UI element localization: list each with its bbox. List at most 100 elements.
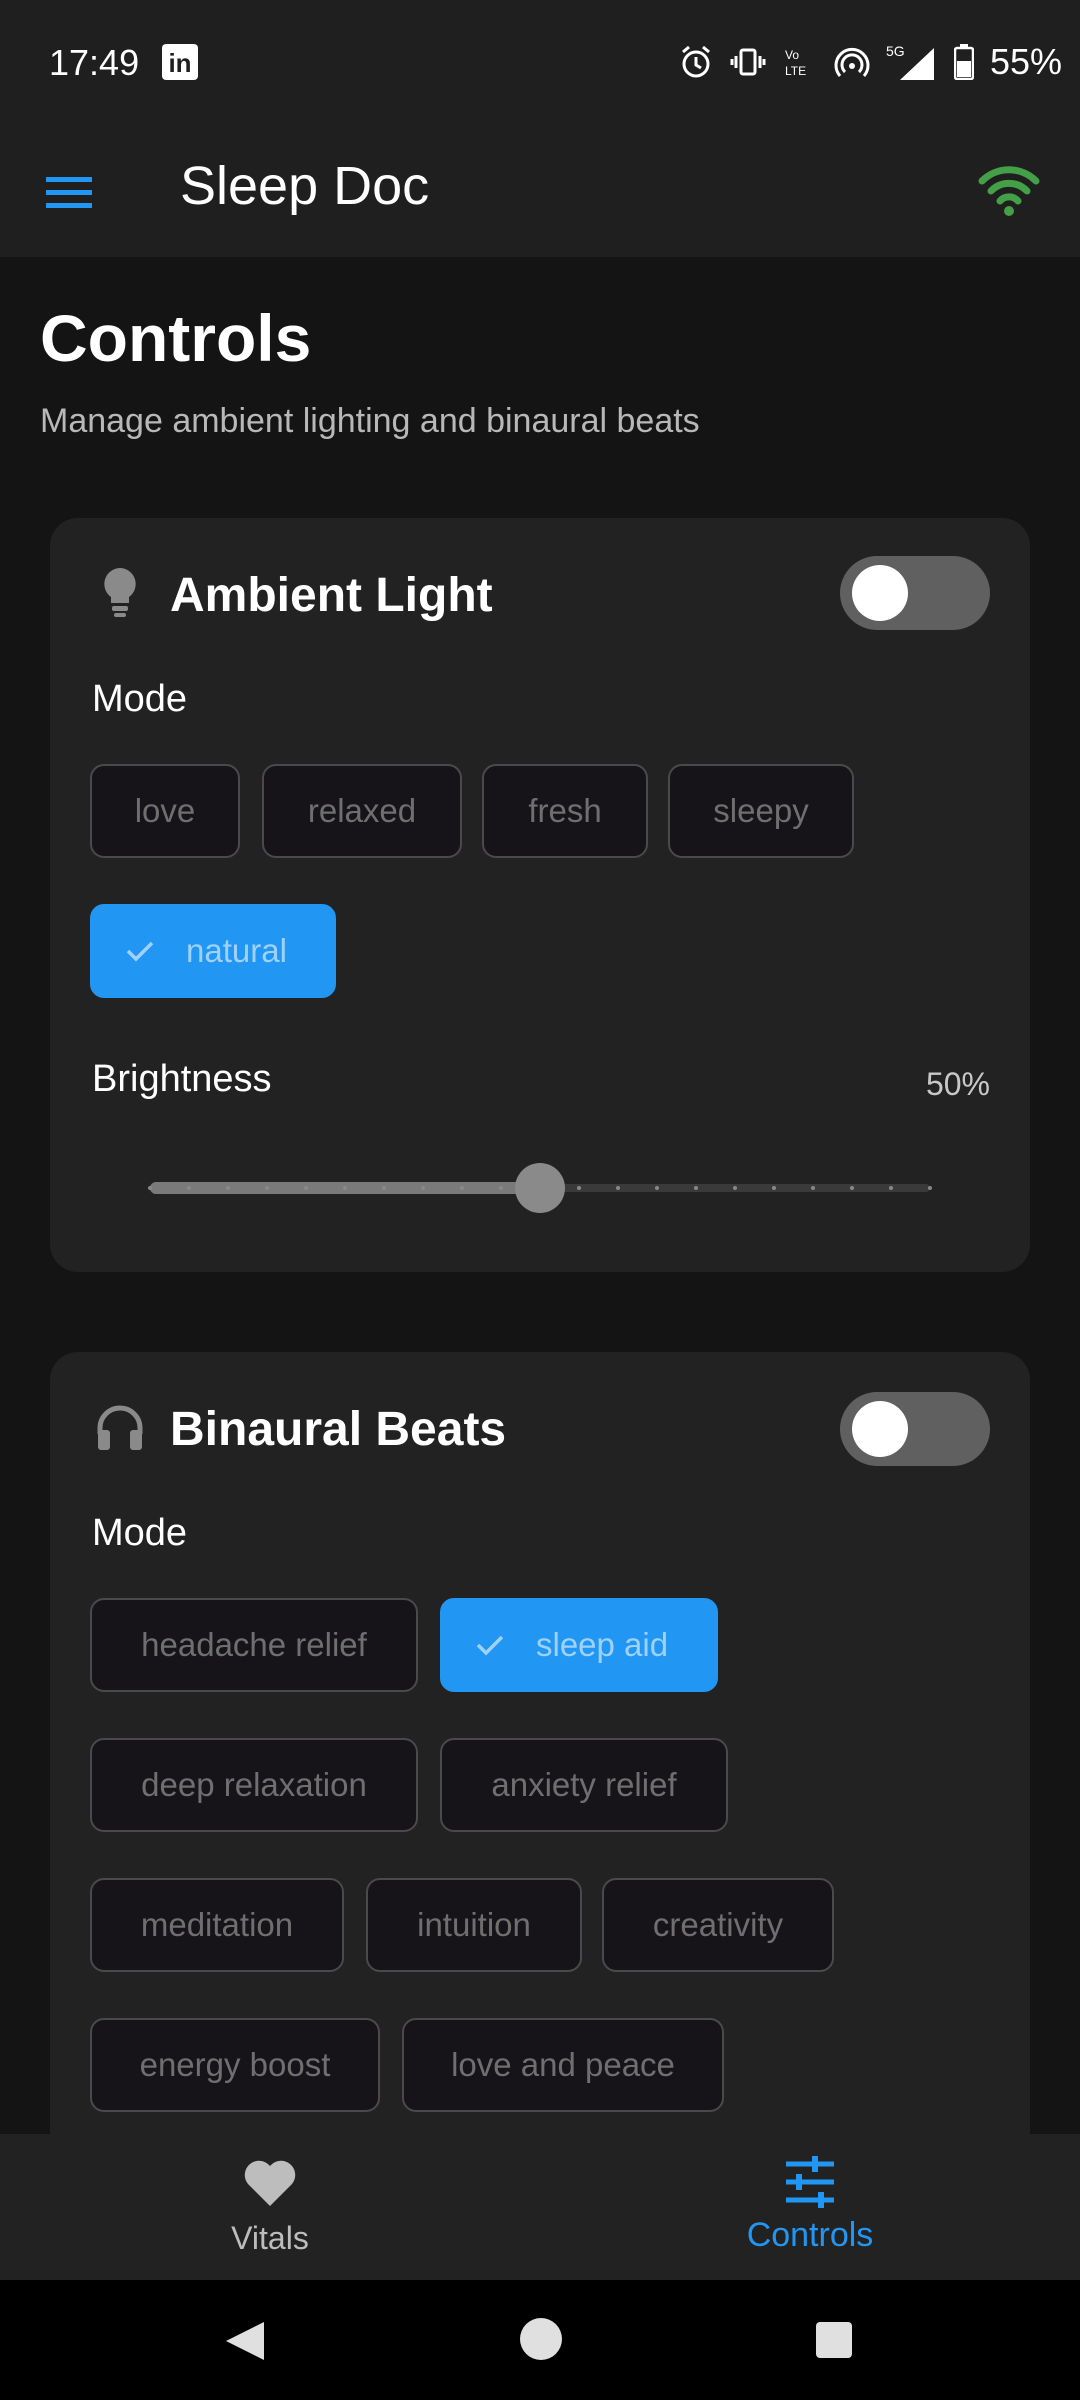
- heart-icon: [242, 2156, 298, 2208]
- toggle-knob: [852, 1401, 908, 1457]
- mode-chip-anxiety-relief[interactable]: anxiety relief: [440, 1738, 728, 1832]
- mode-chip-fresh[interactable]: fresh: [482, 764, 648, 858]
- mode-chip-relaxed[interactable]: relaxed: [262, 764, 462, 858]
- mode-chip-sleep-aid[interactable]: sleep aid: [440, 1598, 718, 1692]
- page-subtitle: Manage ambient lighting and binaural bea…: [40, 402, 700, 440]
- ambient-light-title: Ambient Light: [170, 569, 493, 622]
- slider-thumb[interactable]: [515, 1163, 565, 1213]
- ambient-light-toggle[interactable]: [840, 556, 990, 630]
- check-icon: [472, 1627, 508, 1663]
- status-bar: 17:49 in Vo LTE 5G 55%: [0, 0, 1080, 125]
- slider-tick: [148, 1186, 152, 1190]
- lightbulb-icon: [92, 564, 148, 620]
- slider-tick: [616, 1186, 620, 1190]
- bottom-navigation: Vitals Controls: [0, 2134, 1080, 2280]
- toggle-knob: [852, 565, 908, 621]
- chip-label: creativity: [652, 1906, 784, 1943]
- chip-label: headache relief: [141, 1626, 367, 1663]
- slider-tick: [850, 1186, 854, 1190]
- slider-tick: [265, 1186, 269, 1190]
- network-type-label: 5G: [886, 43, 905, 59]
- back-button[interactable]: [222, 2318, 268, 2369]
- slider-tick: [499, 1186, 503, 1190]
- mode-chip-deep-relaxation[interactable]: deep relaxation: [90, 1738, 418, 1832]
- slider-tick: [928, 1186, 932, 1190]
- slider-tick: [460, 1186, 464, 1190]
- slider-tick: [343, 1186, 347, 1190]
- sliders-icon: [782, 2156, 838, 2208]
- mode-chip-natural[interactable]: natural: [90, 904, 336, 998]
- mode-chip-love[interactable]: love: [90, 764, 240, 858]
- chip-label: fresh: [528, 792, 602, 829]
- slider-tick: [733, 1186, 737, 1190]
- svg-text:Vo: Vo: [785, 48, 799, 62]
- chip-label: deep relaxation: [141, 1766, 367, 1803]
- slider-tick: [889, 1186, 893, 1190]
- page-title: Controls: [40, 301, 312, 375]
- chip-label: meditation: [140, 1906, 294, 1943]
- binaural-mode-label: Mode: [92, 1512, 188, 1554]
- slider-tick: [655, 1186, 659, 1190]
- hamburger-icon: [46, 177, 92, 208]
- status-time: 17:49: [49, 42, 140, 83]
- slider-tick: [187, 1186, 191, 1190]
- nav-item-vitals[interactable]: Vitals: [0, 2134, 540, 2280]
- nav-label-controls: Controls: [746, 2216, 874, 2254]
- slider-tick: [772, 1186, 776, 1190]
- brightness-label: Brightness: [92, 1058, 272, 1100]
- slider-tick: [577, 1186, 581, 1190]
- vibrate-icon: [730, 44, 766, 80]
- slider-tick: [811, 1186, 815, 1190]
- ambient-mode-label: Mode: [92, 678, 188, 720]
- mode-chip-headache-relief[interactable]: headache relief: [90, 1598, 418, 1692]
- nav-item-controls[interactable]: Controls: [540, 2134, 1080, 2280]
- mode-chip-love-and-peace[interactable]: love and peace: [402, 2018, 724, 2112]
- home-button[interactable]: [518, 2316, 564, 2367]
- chip-label: love: [134, 792, 196, 829]
- chip-label: natural: [186, 932, 287, 969]
- mode-chip-creativity[interactable]: creativity: [602, 1878, 834, 1972]
- app-bar: Sleep Doc: [0, 125, 1080, 257]
- alarm-icon: [678, 44, 714, 80]
- menu-button[interactable]: [40, 165, 100, 219]
- chip-label: energy boost: [139, 2046, 331, 2083]
- mode-chip-energy-boost[interactable]: energy boost: [90, 2018, 380, 2112]
- wifi-icon: [978, 166, 1040, 216]
- binaural-beats-title: Binaural Beats: [170, 1403, 507, 1456]
- battery-icon: [953, 44, 974, 80]
- nav-label-vitals: Vitals: [231, 2220, 309, 2256]
- headphones-icon: [92, 1400, 148, 1456]
- volte-icon: Vo LTE: [782, 44, 818, 80]
- chip-label: sleepy: [713, 792, 809, 829]
- app-title: Sleep Doc: [180, 156, 430, 216]
- recents-icon: [816, 2322, 852, 2358]
- slider-tick: [304, 1186, 308, 1190]
- slider-tick: [382, 1186, 386, 1190]
- signal-icon: 5G: [886, 42, 938, 82]
- back-icon: [226, 2322, 264, 2360]
- chip-label: love and peace: [451, 2046, 675, 2083]
- slider-tick: [226, 1186, 230, 1190]
- status-icons: Vo LTE 5G 55%: [678, 40, 1062, 84]
- ambient-light-card: Ambient Light Mode love relaxed fresh sl…: [50, 518, 1030, 1272]
- mode-chip-sleepy[interactable]: sleepy: [668, 764, 854, 858]
- brightness-slider[interactable]: [148, 1158, 932, 1218]
- brightness-value: 50%: [925, 1066, 990, 1102]
- binaural-beats-toggle[interactable]: [840, 1392, 990, 1466]
- chip-label: intuition: [417, 1906, 531, 1943]
- slider-tick: [694, 1186, 698, 1190]
- recents-button[interactable]: [814, 2320, 854, 2365]
- chip-label: sleep aid: [536, 1626, 669, 1663]
- battery-percent: 55%: [989, 41, 1062, 82]
- home-icon: [520, 2318, 562, 2360]
- chip-label: relaxed: [307, 792, 417, 829]
- mode-chip-meditation[interactable]: meditation: [90, 1878, 344, 1972]
- system-navigation-bar: [0, 2280, 1080, 2400]
- check-icon: [122, 933, 158, 969]
- connection-status-button[interactable]: [976, 161, 1042, 217]
- linkedin-icon: in: [162, 44, 198, 80]
- mode-chip-intuition[interactable]: intuition: [366, 1878, 582, 1972]
- chip-label: anxiety relief: [491, 1766, 677, 1803]
- svg-text:LTE: LTE: [785, 64, 806, 78]
- slider-tick: [421, 1186, 425, 1190]
